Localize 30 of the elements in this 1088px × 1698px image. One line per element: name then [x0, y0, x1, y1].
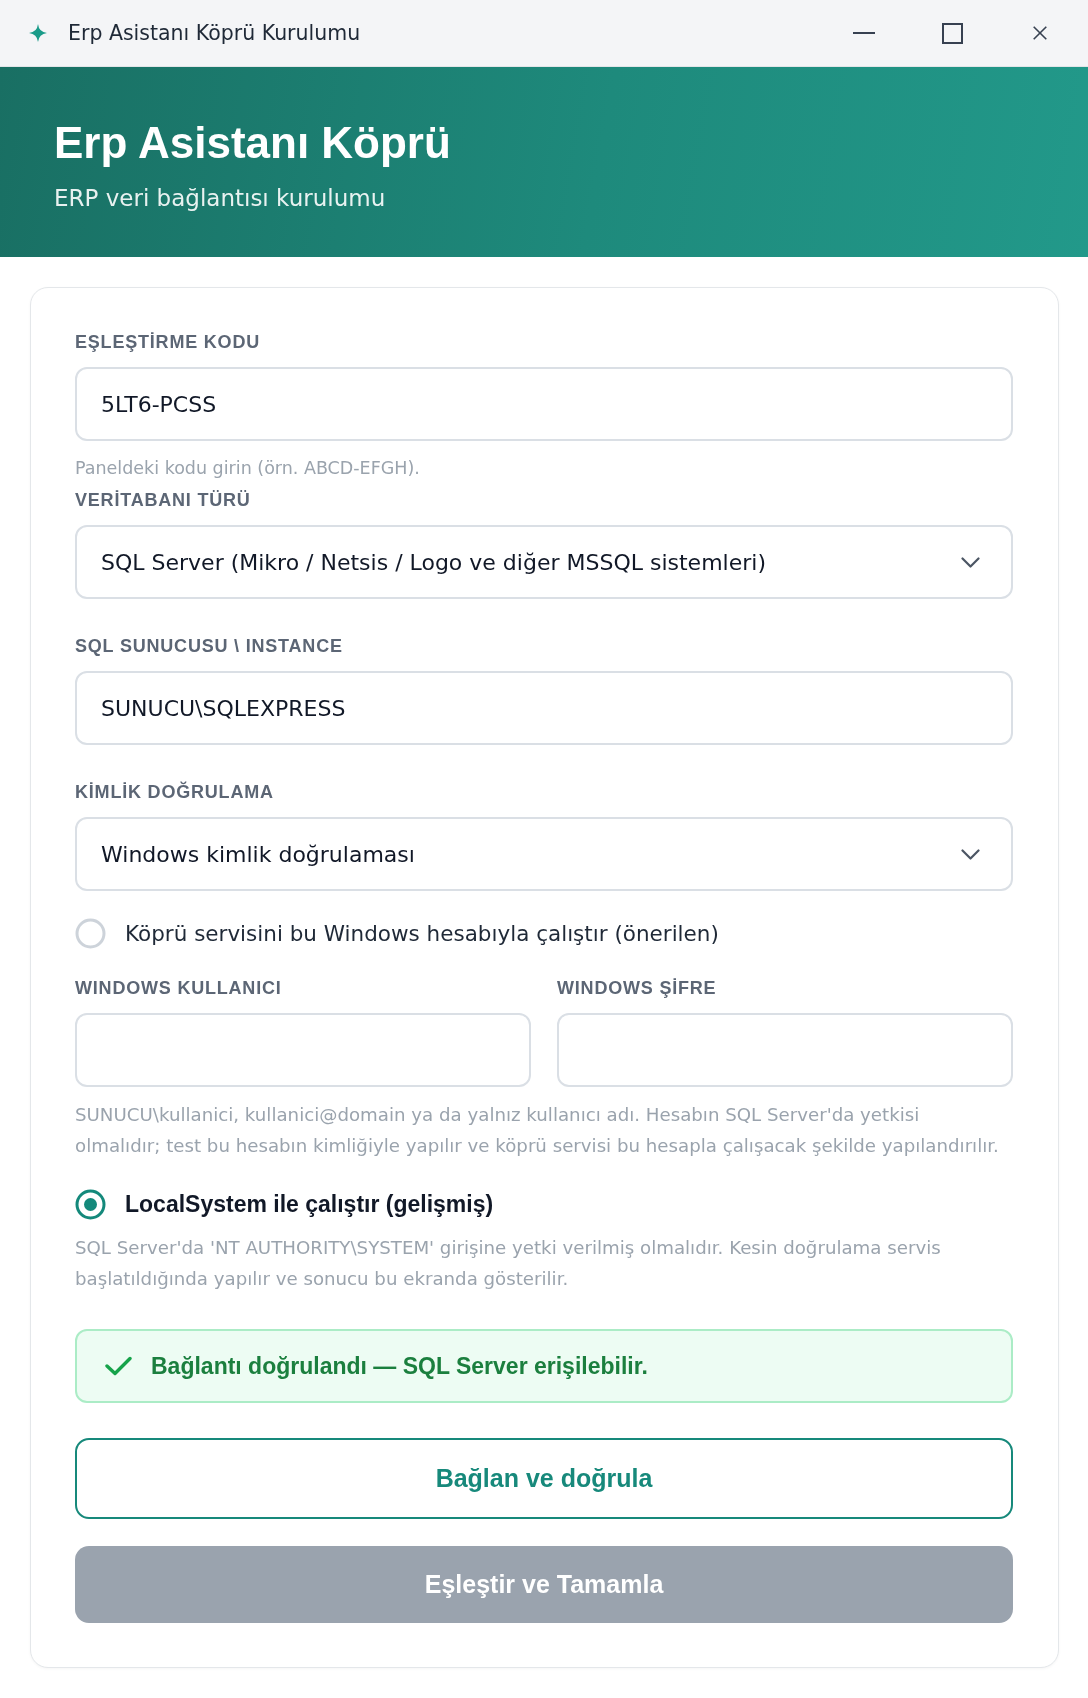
dropdown[interactable]: SQL Server (Mikro / Netsis / Logo ve diğer MSSQL sistemleri): [75, 525, 1013, 599]
secondary-button[interactable]: Bağlan ve doğrula: [75, 1438, 1013, 1519]
radio-label[interactable]: LocalSystem ile çalıştır (gelişmiş): [125, 1190, 494, 1218]
radio-label[interactable]: Köprü servisini bu Windows hesabıyla çalıştır (önerilen): [125, 920, 719, 946]
close-icon: [1033, 26, 1047, 40]
check-icon: [105, 1356, 132, 1376]
window-title: Erp Asistanı Köprü Kurulumu: [68, 21, 361, 45]
field-label: VERİTABANI TÜRÜ: [75, 489, 251, 512]
input-field[interactable]: 5LT6-PCSS: [75, 367, 1013, 441]
chevron-down-icon: [961, 556, 980, 568]
sparkle-icon: [29, 24, 47, 42]
input-field[interactable]: [557, 1013, 1013, 1087]
field-label: WINDOWS KULLANICI: [75, 977, 282, 1000]
app-subtitle: ERP veri bağlantısı kurulumu: [54, 184, 386, 213]
hint-text: Paneldeki kodu girin (örn. ABCD-EFGH).: [75, 457, 420, 480]
input-field[interactable]: SUNUCU\SQLEXPRESS: [75, 671, 1013, 745]
field-label: EŞLEŞTİRME KODU: [75, 331, 260, 354]
app-title: Erp Asistanı Köprü: [54, 117, 451, 169]
status-message: Bağlantı doğrulandı — SQL Server erişilebilir.: [151, 1352, 648, 1380]
maximize-icon: [941, 22, 963, 44]
dropdown[interactable]: Windows kimlik doğrulaması: [75, 817, 1013, 891]
field-label: SQL SUNUCUSU \ INSTANCE: [75, 635, 343, 658]
minimize-icon: [853, 32, 875, 34]
chevron-down-icon: [961, 848, 980, 860]
field-label: KİMLİK DOĞRULAMA: [75, 780, 274, 804]
help-text: SUNUCU\kullanici, kullanici@domain ya da yalnız kullanıcı adı. Hesabın SQL Server'da yetkisi olmalıdır; test bu hesabın kimliğiyle yapılır ve köprü servisi bu hesapla çalışacak şekilde yapılandırılır.: [75, 1103, 1000, 1158]
field-label: WINDOWS ŞİFRE: [557, 977, 717, 1000]
radio-button[interactable]: [75, 1188, 106, 1220]
input-field[interactable]: [75, 1013, 531, 1087]
help-text: SQL Server'da 'NT AUTHORITY\SYSTEM' girişine yetki verilmiş olmalıdır. Kesin doğrulama servis başlatıldığında yapılır ve sonucu bu ekranda gösterilir.: [75, 1236, 942, 1291]
